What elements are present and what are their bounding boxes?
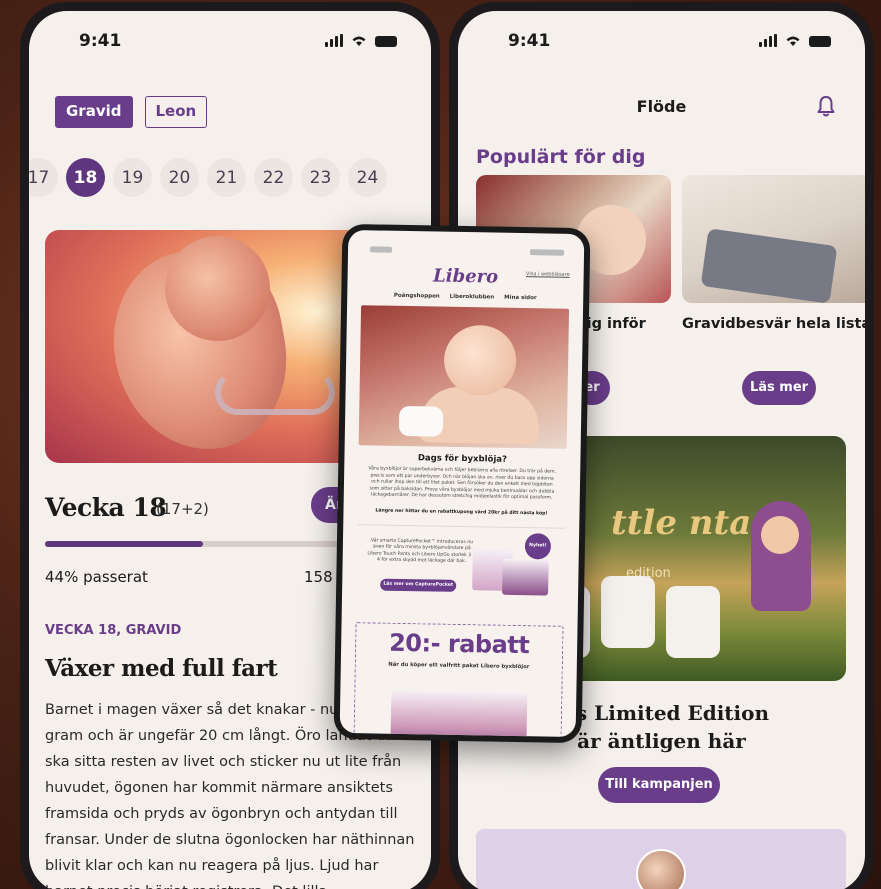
diaper-shape: [398, 405, 444, 437]
chip-leon[interactable]: Leon: [144, 96, 208, 128]
article-card-image-2[interactable]: [682, 175, 865, 303]
coupon-box[interactable]: 20:- rabatt När du köper ett valfritt pa…: [353, 622, 564, 738]
capturepocket-button[interactable]: Läs mer om CapturePocket: [380, 578, 457, 592]
week-22[interactable]: 22: [254, 158, 293, 197]
web-version-link[interactable]: Visa i webbläsare: [526, 271, 570, 278]
tablet-photo-shape: [700, 228, 838, 303]
coupon-description: När du köper ett valfritt paket Libero b…: [388, 661, 530, 671]
status-time-placeholder: [370, 246, 393, 253]
new-badge: Nyhet!: [524, 533, 552, 560]
baby-head-shape: [443, 324, 517, 396]
status-icons: [325, 34, 397, 47]
nav-link-poangshoppen[interactable]: Poängshoppen: [394, 293, 440, 300]
wifi-icon: [352, 36, 366, 46]
wifi-icon: [786, 36, 800, 46]
article-card-title-2[interactable]: Gravidbesvär hela listan: [682, 316, 865, 332]
email-nav: Poängshoppen Liberoklubben Mina sidor: [347, 292, 583, 302]
diaper-shape: [601, 576, 655, 648]
week-19[interactable]: 19: [113, 158, 152, 197]
status-bar: 9:41: [29, 11, 431, 71]
bell-icon[interactable]: [817, 95, 835, 117]
week-17[interactable]: 17: [29, 158, 58, 197]
week-title: Vecka 18: [45, 493, 167, 522]
campaign-button[interactable]: Till kampanjen: [598, 767, 720, 803]
nav-link-liberoklubben[interactable]: Liberoklubben: [450, 294, 495, 301]
umbilical-cord: [215, 370, 335, 415]
status-time: 9:41: [508, 31, 551, 51]
progress-label: 44% passerat: [45, 568, 148, 586]
progress-fill: [45, 541, 204, 547]
status-time: 9:41: [79, 31, 122, 51]
capturepocket-text: Vår smarta CapturePocket™ introduceras n…: [367, 538, 477, 565]
product-pack-image: [502, 558, 549, 596]
article-headline: Växer med full fart: [45, 655, 278, 682]
page-title: Flöde: [636, 97, 687, 116]
week-23[interactable]: 23: [301, 158, 340, 197]
email-hero-image: [358, 305, 570, 449]
email-coupon-hint: Längre ner hittar du en rabattkupong vär…: [375, 508, 548, 517]
read-more-button-2[interactable]: Läs mer: [742, 371, 816, 405]
fetus-head: [165, 236, 270, 341]
section-title: Populärt för dig: [476, 146, 646, 168]
email-headline: Dags för byxblöja?: [417, 453, 508, 465]
battery-icon: [809, 36, 831, 47]
signal-icon: [325, 34, 343, 47]
bottom-card[interactable]: [476, 829, 846, 889]
email-phone: Libero Visa i webbläsare Poängshoppen Li…: [333, 223, 591, 744]
status-bar: 9:41: [458, 11, 865, 71]
article-kicker: VECKA 18, GRAVID: [45, 623, 182, 638]
profile-chips: Gravid Leon: [55, 96, 208, 128]
divider: [357, 524, 566, 529]
nav-link-mina-sidor[interactable]: Mina sidor: [504, 295, 537, 302]
status-icons: [759, 34, 831, 47]
chip-gravid[interactable]: Gravid: [55, 96, 133, 128]
week-18[interactable]: 18: [66, 158, 105, 197]
week-20[interactable]: 20: [160, 158, 199, 197]
week-selector: 17 18 19 20 21 22 23 24: [29, 158, 387, 197]
week-21[interactable]: 21: [207, 158, 246, 197]
avatar: [636, 849, 686, 889]
email-paragraph: Våra byxblöjor är superbekväma och följe…: [368, 466, 557, 501]
week-subtitle: (17+2): [156, 500, 209, 518]
signal-icon: [759, 34, 777, 47]
diaper-shape: [666, 586, 720, 658]
battery-icon: [375, 36, 397, 47]
status-icons-placeholder: [529, 249, 565, 256]
coupon-amount: 20:- rabatt: [388, 628, 530, 660]
coupon-product-image: [390, 689, 528, 738]
email-screen: Libero Visa i webbläsare Poängshoppen Li…: [339, 229, 585, 738]
week-24[interactable]: 24: [348, 158, 387, 197]
child-face-shape: [761, 516, 799, 554]
